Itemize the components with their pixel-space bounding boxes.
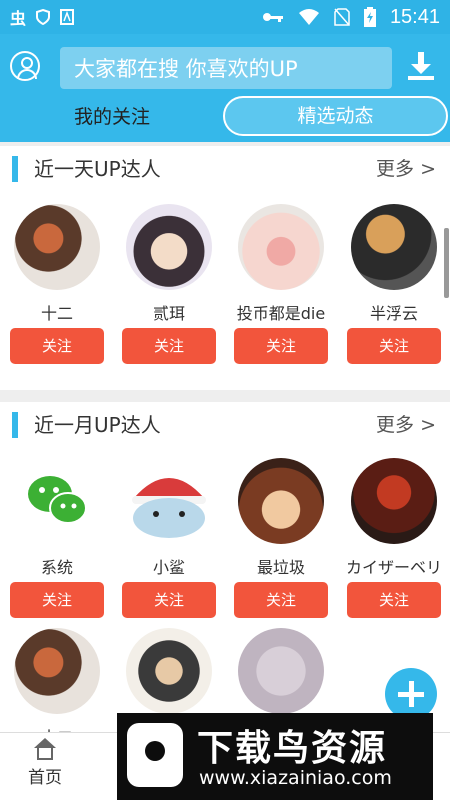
wechat-icon[interactable] — [14, 458, 100, 544]
wifi-icon — [298, 9, 319, 25]
app-glyph: 虫 — [10, 9, 27, 28]
download-icon[interactable] — [408, 52, 434, 82]
user-name[interactable]: 投币都是die — [231, 300, 331, 323]
user-name[interactable]: 十二 — [7, 300, 107, 323]
shield-icon — [36, 9, 51, 25]
app-header: 大家都在搜 你喜欢的UP 我的关注 精选动态 — [0, 34, 450, 142]
follow-button[interactable]: 关注 — [10, 328, 104, 364]
follow-button[interactable]: 关注 — [122, 328, 216, 364]
user-avatar[interactable] — [238, 204, 324, 290]
more-link[interactable]: 更多 > — [376, 410, 436, 437]
a-icon — [60, 9, 75, 25]
section-daily-up: 近一天UP达人 更多 > 十二 关注 贰珥 关注 投币都是die 关注 半浮云 … — [0, 146, 450, 390]
tab-bar: 我的关注 精选动态 — [0, 96, 450, 136]
user-avatar[interactable] — [14, 628, 100, 714]
user-name[interactable]: カイザーベリ — [344, 554, 444, 577]
scrollbar[interactable] — [444, 228, 449, 298]
section-title: 近一月UP达人 — [34, 413, 161, 437]
key-icon — [262, 13, 283, 22]
user-name[interactable]: 小鲨 — [119, 554, 219, 577]
user-avatar[interactable] — [14, 204, 100, 290]
home-icon — [33, 737, 57, 761]
user-card — [231, 628, 331, 714]
user-avatar[interactable] — [351, 458, 437, 544]
follow-button[interactable]: 关注 — [122, 582, 216, 618]
user-card: 半浮云 关注 — [344, 204, 444, 364]
section-title: 近一天UP达人 — [34, 157, 161, 181]
search-placeholder: 大家都在搜 你喜欢的UP — [74, 57, 298, 81]
user-name[interactable]: 最垃圾 — [231, 554, 331, 577]
user-name[interactable]: 系统 — [7, 554, 107, 577]
user-card: 十二 — [7, 628, 107, 747]
section-header: 近一天UP达人 更多 > — [0, 146, 450, 186]
section-accent-bar — [12, 412, 18, 438]
user-card — [119, 628, 219, 714]
clock: 15:41 — [389, 5, 440, 28]
user-avatar[interactable] — [126, 204, 212, 290]
section-monthly-up: 近一月UP达人 更多 > 系统 关注 小鲨 关注 最垃圾 关注 カイザーベリ 关… — [0, 402, 450, 747]
follow-button[interactable]: 关注 — [347, 328, 441, 364]
follow-button[interactable]: 关注 — [234, 582, 328, 618]
follow-button[interactable]: 关注 — [234, 328, 328, 364]
user-card: 系统 关注 — [7, 458, 107, 618]
user-avatar[interactable] — [238, 458, 324, 544]
nav-home[interactable]: 首页 — [22, 737, 68, 788]
section-header: 近一月UP达人 更多 > — [0, 402, 450, 442]
user-card: 投币都是die 关注 — [231, 204, 331, 364]
user-card: 贰珥 关注 — [119, 204, 219, 364]
user-card: カイザーベリ 关注 — [344, 458, 444, 618]
user-card: 小鲨 关注 — [119, 458, 219, 618]
more-link[interactable]: 更多 > — [376, 154, 436, 181]
search-input[interactable]: 大家都在搜 你喜欢的UP — [60, 47, 392, 89]
user-name[interactable]: 半浮云 — [344, 300, 444, 323]
watermark-title: 下载鸟资源 — [197, 728, 388, 769]
follow-button[interactable]: 关注 — [10, 582, 104, 618]
user-avatar[interactable] — [126, 628, 212, 714]
watermark-url: www.xiazainiao.com — [199, 767, 392, 789]
section-accent-bar — [12, 156, 18, 182]
user-avatar[interactable] — [238, 628, 324, 714]
no-sim-icon — [334, 8, 350, 26]
status-bar: 虫 15:41 — [0, 0, 450, 34]
watermark-logo — [127, 723, 183, 787]
user-card: 最垃圾 关注 — [231, 458, 331, 618]
user-avatar[interactable] — [126, 458, 212, 544]
tab-featured-feed[interactable]: 精选动态 — [223, 96, 448, 136]
user-avatar[interactable] — [351, 204, 437, 290]
follow-button[interactable]: 关注 — [347, 582, 441, 618]
tab-my-follows[interactable]: 我的关注 — [32, 102, 192, 129]
battery-icon — [363, 7, 376, 27]
user-name[interactable]: 贰珥 — [119, 300, 219, 323]
watermark-banner: 下载鸟资源 www.xiazainiao.com — [117, 713, 433, 800]
user-profile-icon[interactable] — [10, 51, 40, 81]
nav-home-label: 首页 — [28, 768, 62, 788]
user-card: 十二 关注 — [7, 204, 107, 364]
